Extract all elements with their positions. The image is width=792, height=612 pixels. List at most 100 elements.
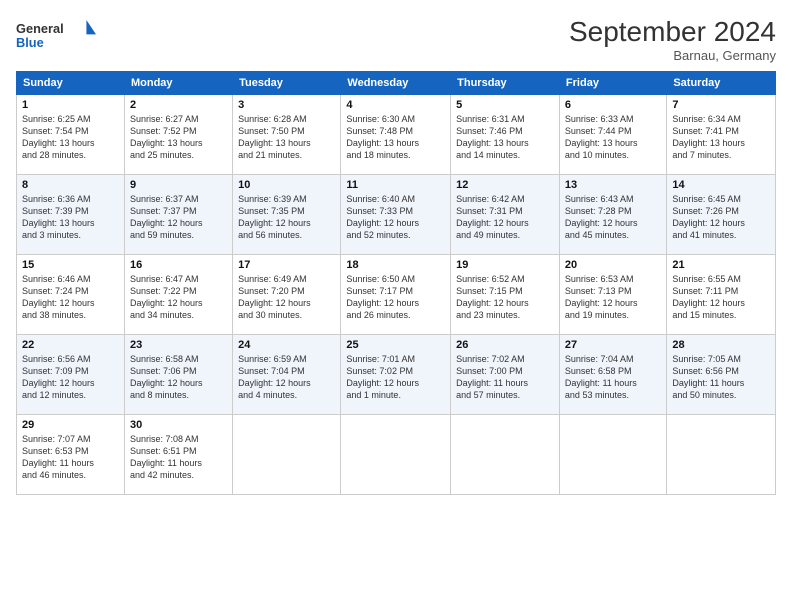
day-cell: 21Sunrise: 6:55 AM Sunset: 7:11 PM Dayli… <box>667 255 776 335</box>
day-number: 1 <box>22 99 119 111</box>
day-number: 26 <box>456 339 554 351</box>
week-row-4: 22 Sunrise: 6:56 AM Sunset: 7:09 PM Dayli… <box>17 335 776 415</box>
week-row-2: 8 Sunrise: 6:36 AM Sunset: 7:39 PM Daylig… <box>17 175 776 255</box>
day-number: 9 <box>130 179 227 191</box>
day-cell: 24Sunrise: 6:59 AM Sunset: 7:04 PM Dayli… <box>233 335 341 415</box>
day-number: 10 <box>238 179 335 191</box>
day-cell: 19 Sunrise: 6:52 AM Sunset: 7:15 PM Dayli… <box>451 255 560 335</box>
day-detail: Sunrise: 6:40 AM Sunset: 7:33 PM Dayligh… <box>346 193 445 242</box>
day-cell: 14 Sunrise: 6:45 AM Sunset: 7:26 PM Dayli… <box>667 175 776 255</box>
logo-svg: General Blue <box>16 16 96 56</box>
day-detail: Sunrise: 6:34 AM Sunset: 7:41 PM Dayligh… <box>672 113 770 162</box>
header-cell-friday: Friday <box>559 72 666 95</box>
svg-text:General: General <box>16 21 64 36</box>
day-detail: Sunrise: 6:49 AM Sunset: 7:20 PM Dayligh… <box>238 273 335 322</box>
calendar-table: SundayMondayTuesdayWednesdayThursdayFrid… <box>16 71 776 495</box>
day-cell: 25 Sunrise: 7:01 AM Sunset: 7:02 PM Dayli… <box>341 335 451 415</box>
day-detail: Sunrise: 6:28 AM Sunset: 7:50 PM Dayligh… <box>238 113 335 162</box>
day-number: 11 <box>346 179 445 191</box>
day-number: 12 <box>456 179 554 191</box>
day-detail: Sunrise: 6:42 AM Sunset: 7:31 PM Dayligh… <box>456 193 554 242</box>
day-cell: 6 Sunrise: 6:33 AM Sunset: 7:44 PM Daylig… <box>559 95 666 175</box>
day-number: 8 <box>22 179 119 191</box>
day-number: 30 <box>130 419 227 431</box>
day-number: 3 <box>238 99 335 111</box>
day-detail: Sunrise: 6:27 AM Sunset: 7:52 PM Dayligh… <box>130 113 227 162</box>
day-detail: Sunrise: 7:01 AM Sunset: 7:02 PM Dayligh… <box>346 353 445 402</box>
day-cell: 27 Sunrise: 7:04 AM Sunset: 6:58 PM Dayli… <box>559 335 666 415</box>
day-detail: Sunrise: 7:02 AM Sunset: 7:00 PM Dayligh… <box>456 353 554 402</box>
header-cell-tuesday: Tuesday <box>233 72 341 95</box>
page: General Blue September 2024 Barnau, Germ… <box>0 0 792 612</box>
header-cell-wednesday: Wednesday <box>341 72 451 95</box>
day-number: 27 <box>565 339 661 351</box>
day-detail: Sunrise: 6:30 AM Sunset: 7:48 PM Dayligh… <box>346 113 445 162</box>
header-cell-sunday: Sunday <box>17 72 125 95</box>
day-detail: Sunrise: 6:56 AM Sunset: 7:09 PM Dayligh… <box>22 353 119 402</box>
day-number: 15 <box>22 259 119 271</box>
day-number: 6 <box>565 99 661 111</box>
day-detail: Sunrise: 6:58 AM Sunset: 7:06 PM Dayligh… <box>130 353 227 402</box>
day-number: 5 <box>456 99 554 111</box>
day-detail: Sunrise: 7:05 AM Sunset: 6:56 PM Dayligh… <box>672 353 770 402</box>
day-cell: 30 Sunrise: 7:08 AM Sunset: 6:51 PM Dayli… <box>124 415 232 495</box>
day-number: 19 <box>456 259 554 271</box>
header-cell-monday: Monday <box>124 72 232 95</box>
day-number: 29 <box>22 419 119 431</box>
day-cell <box>341 415 451 495</box>
day-number: 21 <box>672 259 770 271</box>
day-detail: Sunrise: 7:08 AM Sunset: 6:51 PM Dayligh… <box>130 433 227 482</box>
day-number: 18 <box>346 259 445 271</box>
logo: General Blue <box>16 16 96 56</box>
day-cell: 9Sunrise: 6:37 AM Sunset: 7:37 PM Daylig… <box>124 175 232 255</box>
day-detail: Sunrise: 6:39 AM Sunset: 7:35 PM Dayligh… <box>238 193 335 242</box>
header-row: SundayMondayTuesdayWednesdayThursdayFrid… <box>17 72 776 95</box>
day-cell: 11 Sunrise: 6:40 AM Sunset: 7:33 PM Dayli… <box>341 175 451 255</box>
day-detail: Sunrise: 6:46 AM Sunset: 7:24 PM Dayligh… <box>22 273 119 322</box>
day-detail: Sunrise: 6:36 AM Sunset: 7:39 PM Dayligh… <box>22 193 119 242</box>
day-cell: 10 Sunrise: 6:39 AM Sunset: 7:35 PM Dayli… <box>233 175 341 255</box>
day-number: 4 <box>346 99 445 111</box>
day-detail: Sunrise: 6:50 AM Sunset: 7:17 PM Dayligh… <box>346 273 445 322</box>
day-number: 16 <box>130 259 227 271</box>
day-number: 17 <box>238 259 335 271</box>
day-cell: 12 Sunrise: 6:42 AM Sunset: 7:31 PM Dayli… <box>451 175 560 255</box>
subtitle: Barnau, Germany <box>569 48 776 63</box>
day-cell: 20 Sunrise: 6:53 AM Sunset: 7:13 PM Dayli… <box>559 255 666 335</box>
day-cell: 2Sunrise: 6:27 AM Sunset: 7:52 PM Daylig… <box>124 95 232 175</box>
day-number: 7 <box>672 99 770 111</box>
title-block: September 2024 Barnau, Germany <box>569 16 776 63</box>
day-cell <box>667 415 776 495</box>
day-detail: Sunrise: 6:25 AM Sunset: 7:54 PM Dayligh… <box>22 113 119 162</box>
day-number: 14 <box>672 179 770 191</box>
day-cell: 4 Sunrise: 6:30 AM Sunset: 7:48 PM Daylig… <box>341 95 451 175</box>
day-cell <box>559 415 666 495</box>
day-detail: Sunrise: 7:07 AM Sunset: 6:53 PM Dayligh… <box>22 433 119 482</box>
day-detail: Sunrise: 6:53 AM Sunset: 7:13 PM Dayligh… <box>565 273 661 322</box>
day-detail: Sunrise: 6:45 AM Sunset: 7:26 PM Dayligh… <box>672 193 770 242</box>
day-cell: 18 Sunrise: 6:50 AM Sunset: 7:17 PM Dayli… <box>341 255 451 335</box>
day-detail: Sunrise: 6:47 AM Sunset: 7:22 PM Dayligh… <box>130 273 227 322</box>
header-cell-saturday: Saturday <box>667 72 776 95</box>
day-number: 25 <box>346 339 445 351</box>
day-number: 23 <box>130 339 227 351</box>
day-detail: Sunrise: 6:43 AM Sunset: 7:28 PM Dayligh… <box>565 193 661 242</box>
day-cell: 7 Sunrise: 6:34 AM Sunset: 7:41 PM Daylig… <box>667 95 776 175</box>
day-cell: 16 Sunrise: 6:47 AM Sunset: 7:22 PM Dayli… <box>124 255 232 335</box>
day-detail: Sunrise: 6:33 AM Sunset: 7:44 PM Dayligh… <box>565 113 661 162</box>
week-row-1: 1 Sunrise: 6:25 AM Sunset: 7:54 PM Daylig… <box>17 95 776 175</box>
day-cell: 5 Sunrise: 6:31 AM Sunset: 7:46 PM Daylig… <box>451 95 560 175</box>
day-number: 22 <box>22 339 119 351</box>
day-number: 13 <box>565 179 661 191</box>
day-number: 20 <box>565 259 661 271</box>
day-detail: Sunrise: 6:52 AM Sunset: 7:15 PM Dayligh… <box>456 273 554 322</box>
day-cell: 8 Sunrise: 6:36 AM Sunset: 7:39 PM Daylig… <box>17 175 125 255</box>
week-row-5: 29 Sunrise: 7:07 AM Sunset: 6:53 PM Dayli… <box>17 415 776 495</box>
svg-text:Blue: Blue <box>16 35 44 50</box>
day-cell: 15 Sunrise: 6:46 AM Sunset: 7:24 PM Dayli… <box>17 255 125 335</box>
day-detail: Sunrise: 7:04 AM Sunset: 6:58 PM Dayligh… <box>565 353 661 402</box>
day-cell: 3 Sunrise: 6:28 AM Sunset: 7:50 PM Daylig… <box>233 95 341 175</box>
day-cell: 22 Sunrise: 6:56 AM Sunset: 7:09 PM Dayli… <box>17 335 125 415</box>
day-detail: Sunrise: 6:31 AM Sunset: 7:46 PM Dayligh… <box>456 113 554 162</box>
day-cell <box>451 415 560 495</box>
